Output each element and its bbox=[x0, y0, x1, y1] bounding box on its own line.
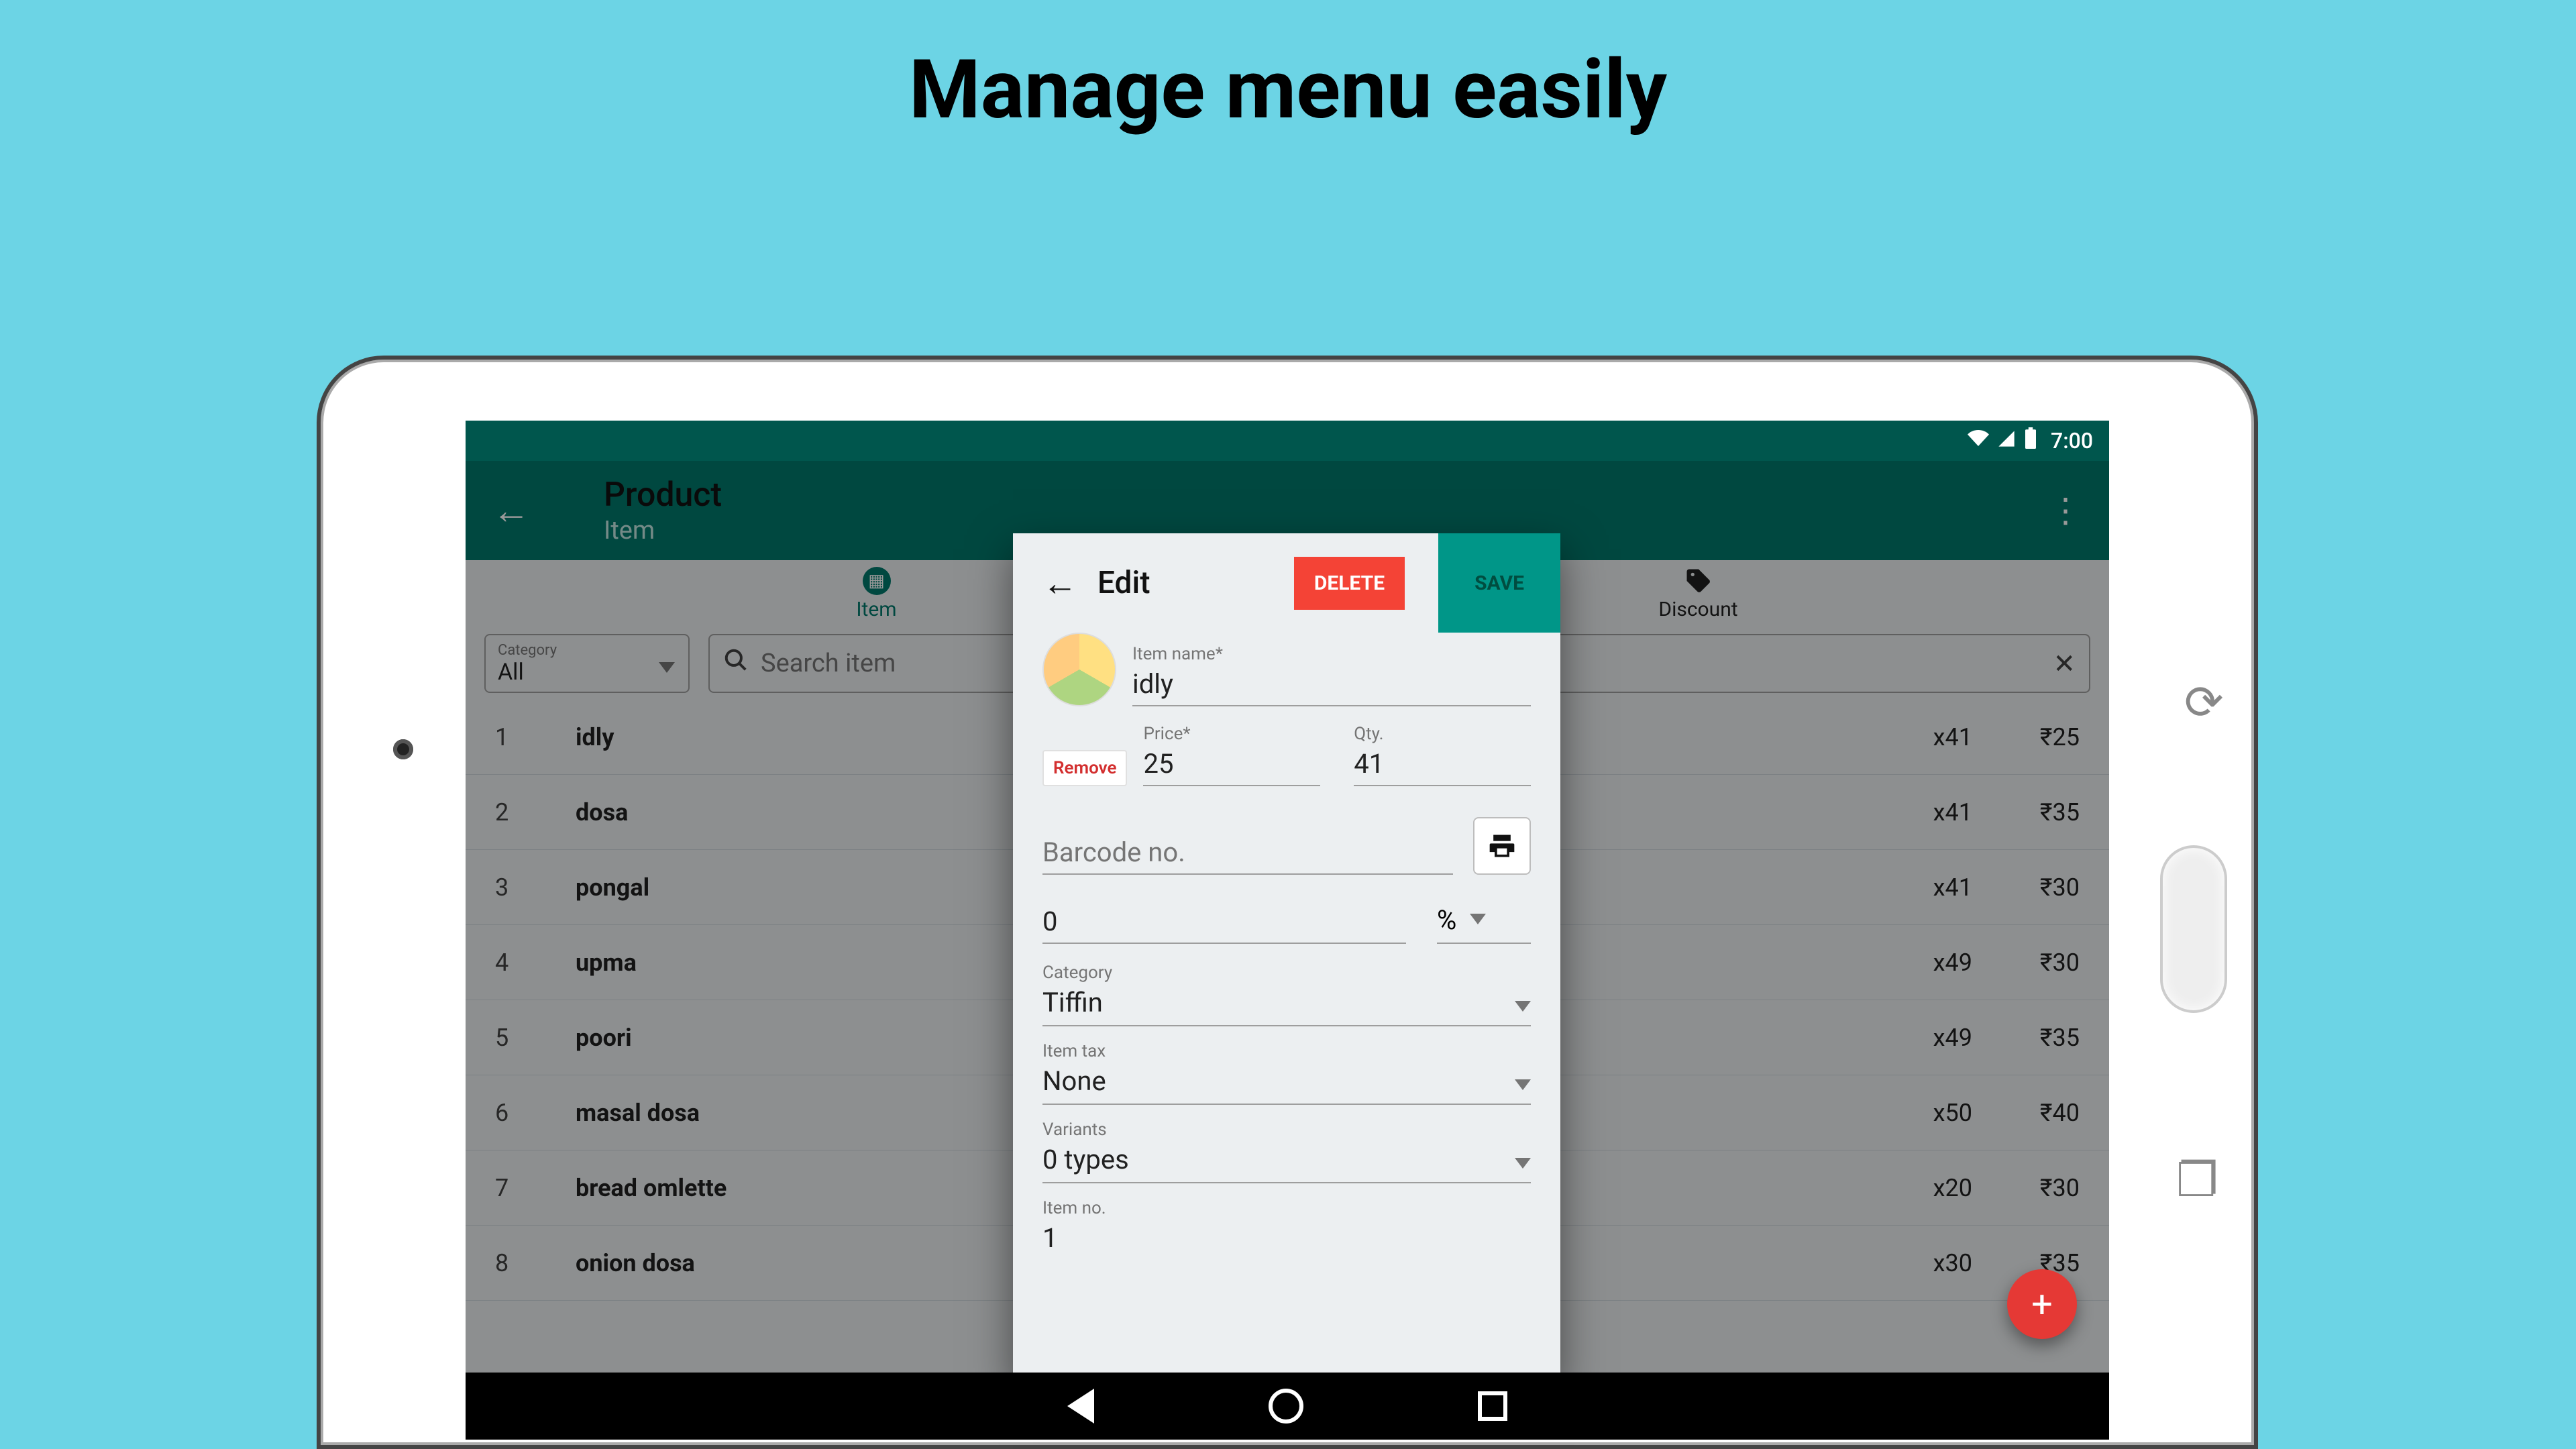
tablet-screen: 7:00 ← Product Item ⋮ ▦ Item Discount bbox=[466, 421, 2109, 1440]
modal-back-icon[interactable]: ← bbox=[1042, 563, 1077, 604]
item-tax-label: Item tax bbox=[1042, 1041, 1531, 1061]
modal-body: Item name* Remove Price* Qty. bbox=[1013, 633, 1560, 1381]
variants-select[interactable]: 0 types bbox=[1042, 1140, 1531, 1183]
item-tax-value: None bbox=[1042, 1065, 1106, 1097]
variants-value: 0 types bbox=[1042, 1144, 1129, 1175]
print-barcode-button[interactable] bbox=[1473, 817, 1531, 875]
price-input[interactable] bbox=[1143, 744, 1320, 786]
status-time: 7:00 bbox=[2051, 428, 2093, 453]
signal-icon bbox=[1997, 428, 2016, 453]
nav-recent-icon[interactable] bbox=[1478, 1391, 1507, 1421]
price-label: Price* bbox=[1143, 724, 1320, 744]
category-field-label: Category bbox=[1042, 963, 1531, 983]
modal-header: ← Edit DELETE SAVE bbox=[1013, 533, 1560, 633]
item-image[interactable] bbox=[1042, 633, 1116, 706]
recent-apps-icon: ❐ bbox=[2176, 1152, 2218, 1208]
wifi-icon bbox=[1968, 427, 1989, 454]
variants-label: Variants bbox=[1042, 1120, 1531, 1140]
qty-label: Qty. bbox=[1354, 724, 1531, 744]
qty-input[interactable] bbox=[1354, 744, 1531, 786]
rotate-icon: ⟳ bbox=[2184, 675, 2224, 731]
remove-image-button[interactable]: Remove bbox=[1042, 750, 1127, 786]
android-nav-bar bbox=[466, 1373, 2109, 1440]
save-button[interactable]: SAVE bbox=[1438, 533, 1560, 633]
nav-home-icon[interactable] bbox=[1269, 1389, 1303, 1424]
chevron-down-icon bbox=[1515, 1144, 1531, 1175]
android-status-bar: 7:00 bbox=[466, 421, 2109, 461]
item-name-input[interactable] bbox=[1132, 664, 1531, 706]
item-no-input[interactable] bbox=[1042, 1218, 1531, 1259]
battery-icon bbox=[2024, 427, 2037, 454]
chevron-down-icon bbox=[1470, 914, 1486, 927]
promo-title: Manage menu easily bbox=[0, 42, 2576, 138]
add-item-fab[interactable]: + bbox=[2007, 1269, 2077, 1339]
edit-item-modal: ← Edit DELETE SAVE Item name* Remove bbox=[1013, 533, 1560, 1381]
item-tax-select[interactable]: None bbox=[1042, 1061, 1531, 1105]
camera-dot bbox=[393, 739, 413, 759]
item-name-label: Item name* bbox=[1132, 644, 1531, 664]
discount-unit-value: % bbox=[1437, 904, 1456, 936]
nav-back-icon[interactable] bbox=[1067, 1389, 1094, 1424]
discount-value-input[interactable] bbox=[1042, 902, 1406, 944]
modal-title: Edit bbox=[1097, 565, 1150, 601]
app-body: ← Product Item ⋮ ▦ Item Discount Categor… bbox=[466, 461, 2109, 1373]
category-select-value: Tiffin bbox=[1042, 987, 1103, 1018]
barcode-input[interactable] bbox=[1042, 833, 1453, 875]
discount-unit-dropdown[interactable]: % bbox=[1437, 904, 1531, 944]
chevron-down-icon bbox=[1515, 987, 1531, 1018]
item-no-label: Item no. bbox=[1042, 1198, 1531, 1218]
chevron-down-icon bbox=[1515, 1065, 1531, 1097]
category-select[interactable]: Tiffin bbox=[1042, 983, 1531, 1026]
delete-button[interactable]: DELETE bbox=[1294, 557, 1405, 610]
tablet-home-button[interactable] bbox=[2160, 845, 2227, 1013]
